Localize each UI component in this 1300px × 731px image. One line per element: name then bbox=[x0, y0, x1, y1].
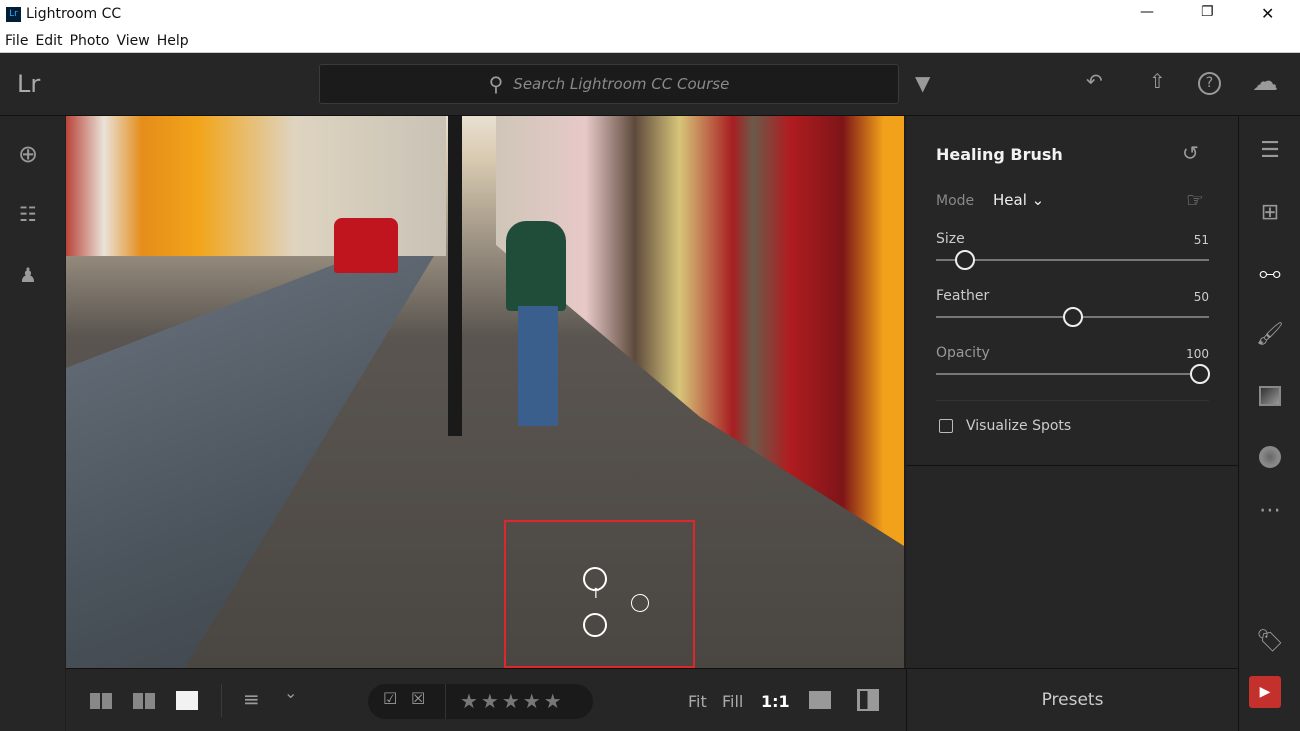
sort-chevron-icon[interactable]: ⌄ bbox=[284, 683, 297, 702]
reset-icon[interactable]: ↺ bbox=[1182, 141, 1199, 165]
left-rail: ⊕ ☷ ♟ bbox=[0, 116, 65, 731]
menu-bar: File Edit Photo View Help bbox=[0, 30, 1300, 53]
rating-pill: ☑ ☒ ★★★★★ bbox=[368, 684, 593, 719]
compare-icon[interactable] bbox=[857, 689, 879, 711]
presets-label: Presets bbox=[1041, 690, 1104, 710]
photo-canvas[interactable]: ↑ bbox=[66, 116, 904, 668]
detail-view-icon[interactable] bbox=[176, 691, 198, 710]
people-icon[interactable]: ♟ bbox=[19, 263, 37, 287]
feather-slider-knob[interactable] bbox=[1062, 307, 1083, 327]
person bbox=[506, 221, 566, 311]
edit-sliders-icon[interactable]: ☰ bbox=[1239, 138, 1300, 163]
visualize-spots-checkbox[interactable] bbox=[939, 419, 953, 433]
auto-heal-icon[interactable]: ☞ bbox=[1186, 188, 1204, 212]
zoom-fill[interactable]: Fill bbox=[722, 692, 743, 711]
tag-icon[interactable]: 🏷 bbox=[1239, 629, 1300, 654]
filter-icon[interactable]: ▼ bbox=[915, 71, 930, 95]
menu-photo[interactable]: Photo bbox=[70, 33, 110, 49]
app-icon: Lr bbox=[6, 7, 21, 22]
help-icon[interactable]: ? bbox=[1198, 72, 1221, 95]
feather-slider[interactable] bbox=[936, 307, 1209, 327]
size-value: 51 bbox=[1193, 233, 1209, 247]
close-button[interactable]: ✕ bbox=[1261, 4, 1274, 23]
presets-button[interactable]: Presets bbox=[906, 668, 1238, 731]
filmstrip-icon[interactable] bbox=[809, 691, 831, 709]
minimize-button[interactable]: — bbox=[1140, 4, 1154, 20]
undo-icon[interactable]: ↶ bbox=[1086, 69, 1103, 93]
menu-view[interactable]: View bbox=[117, 33, 150, 49]
opacity-slider-knob[interactable] bbox=[1190, 364, 1210, 384]
star-rating[interactable]: ★★★★★ bbox=[460, 689, 565, 713]
cloud-icon[interactable]: ☁ bbox=[1252, 67, 1278, 97]
opacity-label: Opacity bbox=[936, 345, 990, 361]
opacity-slider[interactable] bbox=[936, 364, 1210, 384]
search-placeholder: Search Lightroom CC Course bbox=[513, 75, 730, 93]
heal-arrow-icon: ↑ bbox=[590, 586, 602, 602]
add-photos-icon[interactable]: ⊕ bbox=[18, 140, 38, 168]
top-bar: Lr ⚲ Search Lightroom CC Course ▼ ↶ ⇧ ? … bbox=[0, 53, 1300, 116]
share-icon[interactable]: ⇧ bbox=[1149, 69, 1166, 93]
radial-gradient-icon[interactable] bbox=[1259, 446, 1281, 468]
window-title: Lightroom CC bbox=[26, 6, 122, 22]
grid-view-icon[interactable] bbox=[133, 693, 155, 709]
bottom-bar: ≡ ⌄ ☑ ☒ ★★★★★ Fit Fill 1:1 bbox=[66, 668, 906, 731]
brush-icon[interactable]: 🖌 bbox=[1239, 322, 1300, 347]
mode-label: Mode bbox=[936, 193, 975, 209]
zoom-1-1[interactable]: 1:1 bbox=[761, 692, 790, 711]
divider bbox=[936, 400, 1209, 401]
right-rail: ☰ ⊞ ⧟ 🖌 ⋯ 🏷 ▶ bbox=[1238, 116, 1300, 731]
street bbox=[66, 236, 446, 668]
healing-brush-panel: Healing Brush ↺ Mode Heal ⌄ ☞ Size 51 Fe… bbox=[906, 116, 1238, 668]
search-input[interactable]: ⚲ Search Lightroom CC Course bbox=[319, 64, 899, 104]
linear-gradient-icon[interactable] bbox=[1259, 386, 1281, 406]
library-icon[interactable]: ☷ bbox=[19, 202, 37, 226]
heal-target-circle[interactable] bbox=[583, 613, 607, 637]
healing-brush-icon[interactable]: ⧟ bbox=[1239, 261, 1300, 286]
chevron-down-icon: ⌄ bbox=[1031, 191, 1045, 209]
lr-logo: Lr bbox=[17, 70, 41, 98]
lamp-post bbox=[448, 116, 462, 436]
reject-flag-icon[interactable]: ☒ bbox=[411, 689, 425, 708]
youtube-subscribe-icon: ▶ bbox=[1249, 676, 1281, 708]
opacity-value: 100 bbox=[1186, 347, 1209, 361]
more-icon[interactable]: ⋯ bbox=[1239, 498, 1300, 523]
mode-dropdown[interactable]: Heal ⌄ bbox=[993, 191, 1044, 209]
divider bbox=[221, 684, 222, 717]
car-red bbox=[334, 218, 398, 273]
feather-value: 50 bbox=[1193, 290, 1209, 304]
sort-icon[interactable]: ≡ bbox=[243, 687, 260, 711]
mode-value: Heal bbox=[993, 191, 1027, 209]
crop-icon[interactable]: ⊞ bbox=[1239, 200, 1300, 225]
divider bbox=[445, 684, 446, 719]
visualize-spots-label: Visualize Spots bbox=[966, 418, 1072, 434]
search-icon: ⚲ bbox=[488, 72, 504, 96]
size-slider-knob[interactable] bbox=[955, 250, 976, 270]
menu-edit[interactable]: Edit bbox=[35, 33, 62, 49]
panel-title: Healing Brush bbox=[936, 145, 1063, 164]
menu-file[interactable]: File bbox=[5, 33, 28, 49]
title-bar: Lr Lightroom CC — ❐ ✕ bbox=[0, 0, 1300, 30]
maximize-button[interactable]: ❐ bbox=[1201, 4, 1214, 20]
person-legs bbox=[518, 306, 558, 426]
size-slider[interactable] bbox=[936, 250, 1209, 270]
divider bbox=[906, 465, 1238, 466]
square-grid-icon[interactable] bbox=[90, 693, 112, 709]
size-label: Size bbox=[936, 231, 965, 247]
menu-help[interactable]: Help bbox=[157, 33, 189, 49]
pick-flag-icon[interactable]: ☑ bbox=[383, 689, 397, 708]
zoom-fit[interactable]: Fit bbox=[688, 692, 707, 711]
feather-label: Feather bbox=[936, 288, 990, 304]
brush-cursor-icon bbox=[631, 594, 649, 612]
